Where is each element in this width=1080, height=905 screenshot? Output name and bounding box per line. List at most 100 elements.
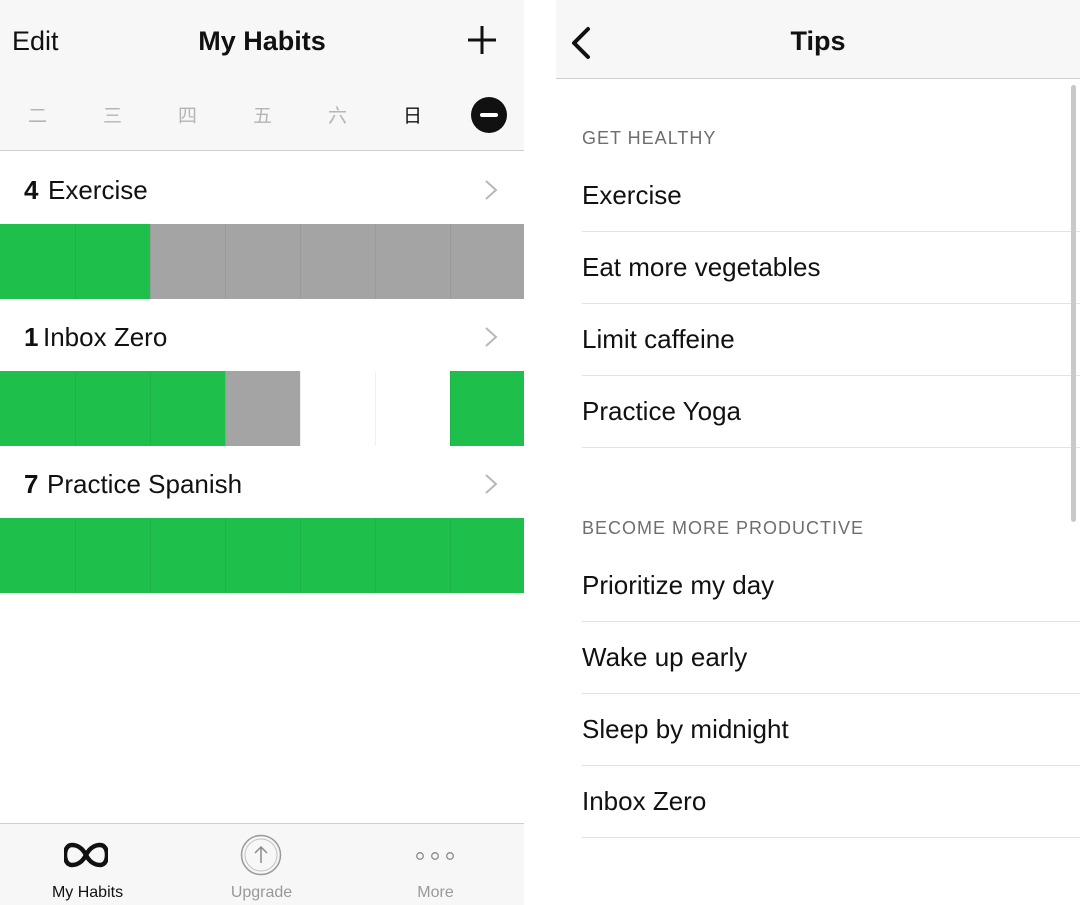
cell-separator [150,371,151,446]
habit-day-cell[interactable] [375,518,450,593]
tab-label: More [417,884,454,901]
tip-label: Limit caffeine [582,324,735,354]
cell-separator [300,224,301,299]
day-strip: 二 三 四 五 六 日 [0,82,524,151]
tab-label: My Habits [51,884,124,901]
day-label[interactable]: 六 [300,82,375,150]
page-title: Tips [790,26,846,56]
tip-item[interactable]: Wake up early [556,622,1080,694]
plus-icon[interactable] [466,24,498,56]
tip-label: Exercise [582,180,682,210]
tab-bar: My Habits Upgrade More [0,823,524,905]
section-header: BECOME MORE PRODUCTIVE [582,518,865,538]
tip-item[interactable]: Inbox Zero [556,766,1080,838]
infinity-icon [64,842,108,868]
tip-item[interactable]: Limit caffeine [556,304,1080,376]
habit-count: 1 [24,322,39,352]
page-title: My Habits [198,26,326,56]
habit-day-cell[interactable] [0,224,75,299]
day-label[interactable]: 三 [75,82,150,150]
habit-day-cell[interactable] [450,518,524,593]
cell-separator [300,371,301,446]
chevron-right-icon [485,180,498,200]
habit-day-cell[interactable] [150,518,225,593]
cell-separator [300,518,301,593]
habit-day-cell[interactable] [225,518,300,593]
habit-day-cell[interactable] [75,518,150,593]
tip-item[interactable]: Prioritize my day [556,550,1080,622]
chevron-right-icon [485,327,498,347]
day-label[interactable]: 四 [150,82,225,150]
cell-separator [450,518,451,593]
habit-day-cell[interactable] [450,224,524,299]
habit-header[interactable]: 1 Inbox Zero [0,298,524,371]
upload-arrow-icon [240,834,282,876]
habit-count: 4 [24,175,39,205]
habit-name: Exercise [48,175,148,205]
cell-separator [150,518,151,593]
habit-row[interactable]: 4 Exercise [0,151,524,299]
tab-more[interactable]: More [348,824,523,905]
habit-day-cell[interactable] [300,371,375,446]
tab-label: Upgrade [230,884,293,901]
cell-separator [75,518,76,593]
nav-bar: Edit My Habits [0,0,524,82]
tip-item[interactable]: Exercise [556,160,1080,232]
habit-cells [0,224,524,299]
tip-item[interactable]: Eat more vegetables [556,232,1080,304]
habit-name: Practice Spanish [47,469,243,499]
tip-item[interactable]: Sleep by midnight [556,694,1080,766]
habit-day-cell[interactable] [75,224,150,299]
section-header: GET HEALTHY [582,128,717,148]
divider [582,447,1080,448]
habit-day-cell[interactable] [300,518,375,593]
habit-day-cell[interactable] [375,224,450,299]
minus-circle-icon[interactable] [471,97,507,133]
nav-bar: Tips [556,0,1080,79]
habit-day-cell[interactable] [75,371,150,446]
cell-separator [225,371,226,446]
day-label[interactable]: 五 [225,82,300,150]
cell-separator [375,371,376,446]
tip-label: Sleep by midnight [582,714,789,744]
divider [582,837,1080,838]
tips-screen: Tips GET HEALTHY Exercise Eat more veget… [556,0,1080,905]
tab-upgrade[interactable]: Upgrade [174,824,349,905]
cell-separator [75,224,76,299]
habit-name: Inbox Zero [43,322,168,352]
ellipsis-icon [416,852,454,860]
tip-label: Wake up early [582,642,748,672]
habit-day-cell[interactable] [300,224,375,299]
habit-day-cell[interactable] [450,371,524,446]
habit-day-cell[interactable] [225,224,300,299]
habit-count: 7 [24,469,39,499]
tip-label: Inbox Zero [582,786,707,816]
cell-separator [75,371,76,446]
habit-day-cell[interactable] [0,371,75,446]
habit-day-cell[interactable] [375,371,450,446]
tab-my-habits[interactable]: My Habits [0,824,175,905]
habit-day-cell[interactable] [0,518,75,593]
cell-separator [225,224,226,299]
tip-item[interactable]: Practice Yoga [556,376,1080,448]
habit-day-cell[interactable] [225,371,300,446]
scrollbar[interactable] [1071,85,1076,522]
habit-day-cell[interactable] [150,224,225,299]
cell-separator [450,371,451,446]
tip-label: Eat more vegetables [582,252,821,282]
cell-separator [450,224,451,299]
habit-row[interactable]: 1 Inbox Zero [0,298,524,446]
cell-separator [375,224,376,299]
tip-label: Practice Yoga [582,396,742,426]
habit-cells [0,518,524,593]
habit-header[interactable]: 4 Exercise [0,151,524,224]
my-habits-screen: Edit My Habits 二 三 四 五 六 日 4 Exercise 1 … [0,0,524,905]
cell-separator [225,518,226,593]
habit-day-cell[interactable] [150,371,225,446]
habit-header[interactable]: 7 Practice Spanish [0,445,524,518]
habit-cells [0,371,524,446]
day-label[interactable]: 日 [375,82,450,150]
day-label[interactable]: 二 [0,82,75,150]
tip-label: Prioritize my day [582,570,775,600]
habit-row[interactable]: 7 Practice Spanish [0,445,524,593]
